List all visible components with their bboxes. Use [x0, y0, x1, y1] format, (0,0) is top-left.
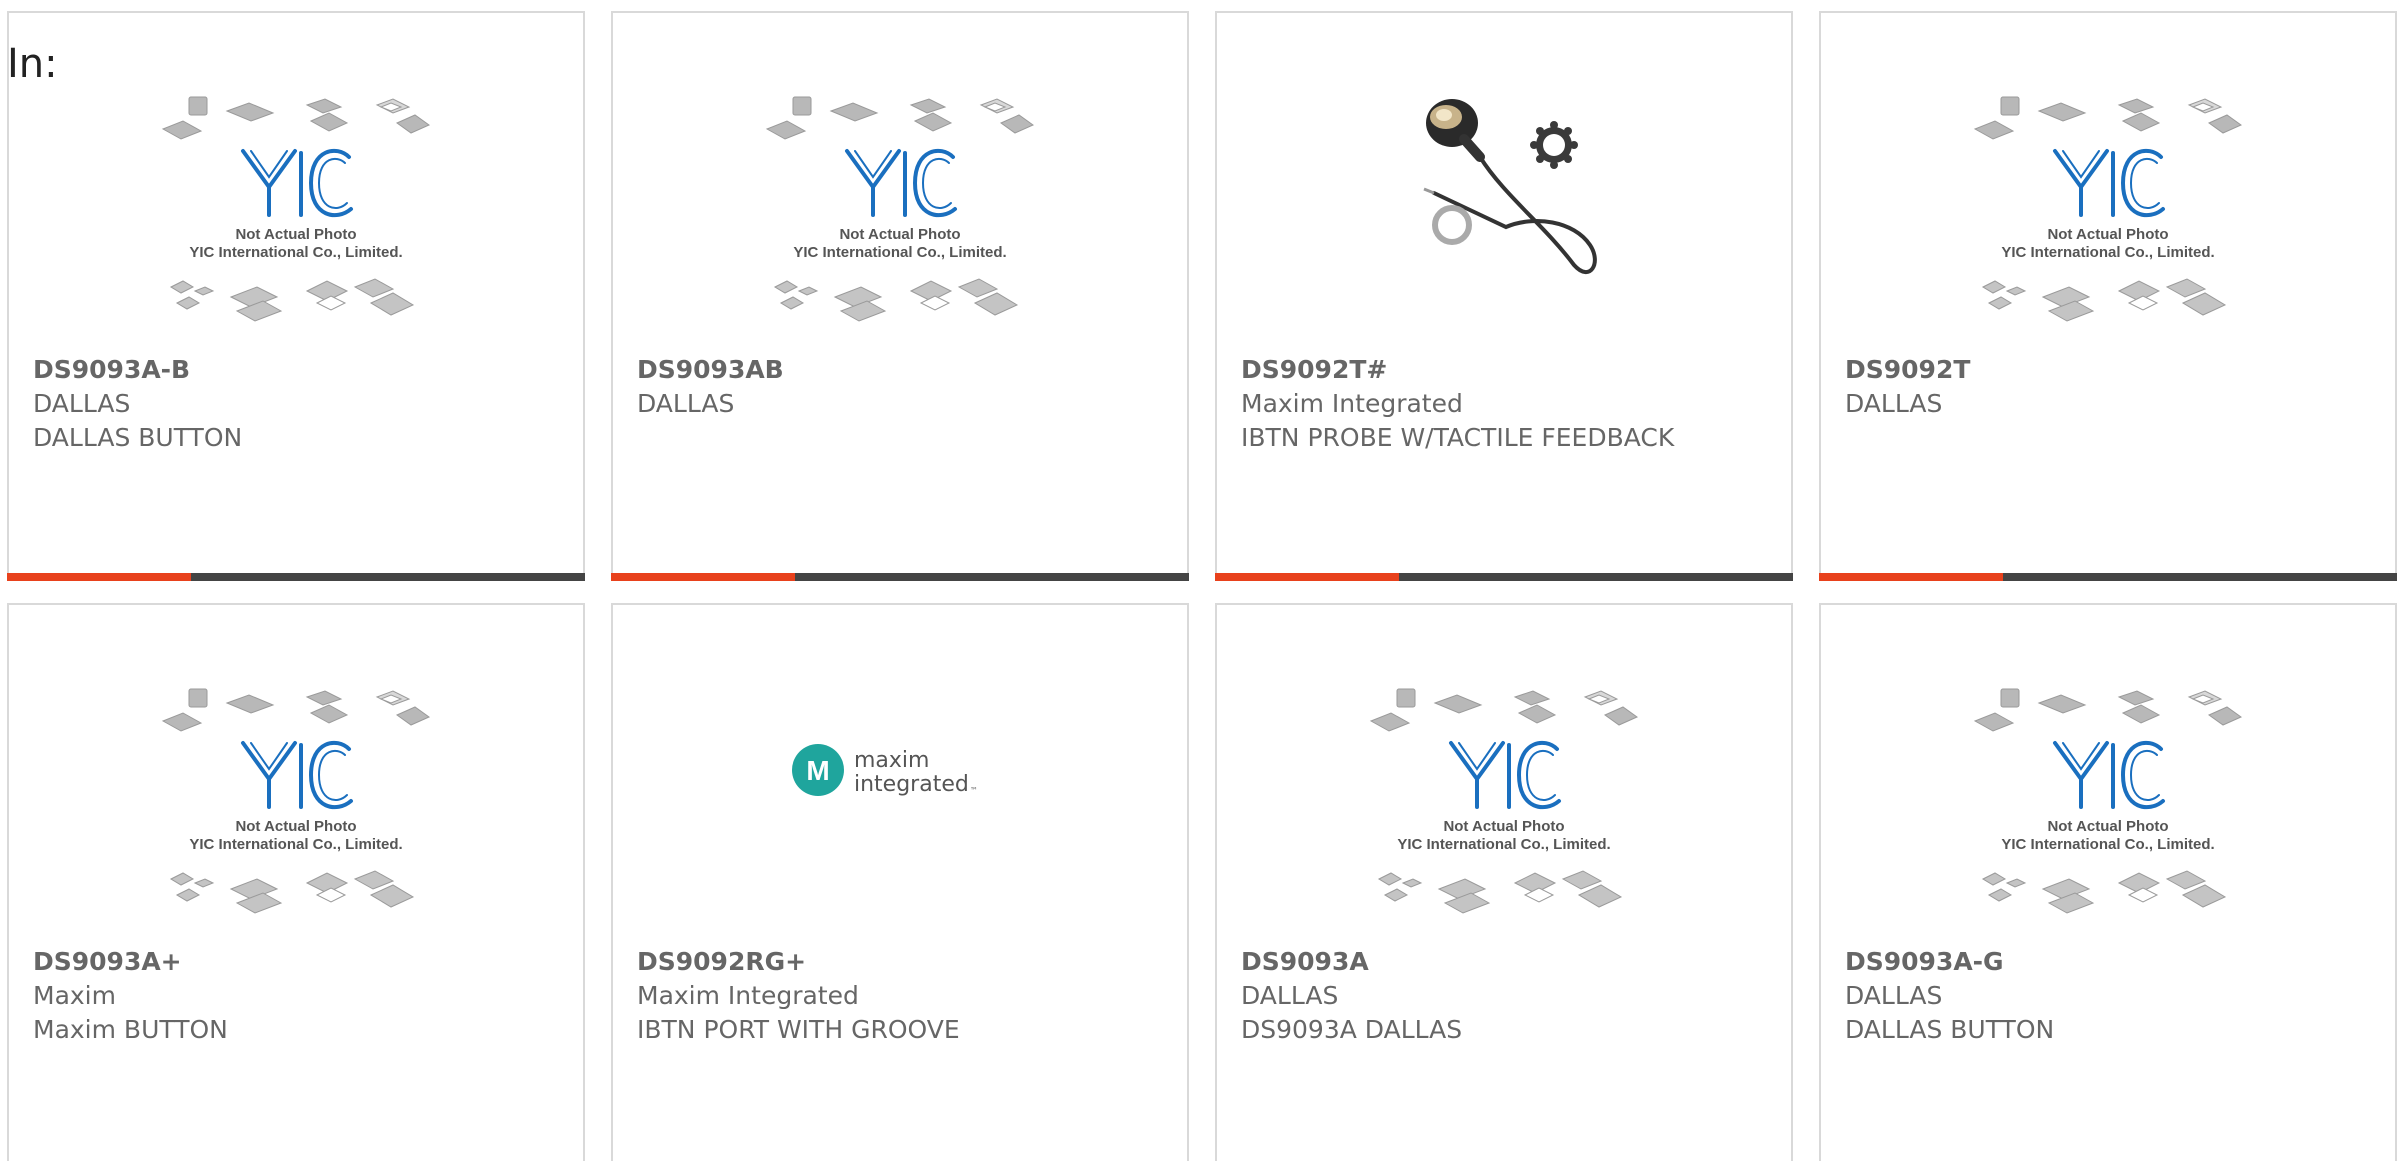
part-number-link[interactable]: DS9093A — [1241, 945, 1771, 979]
product-info: DS9093A-B DALLAS DALLAS BUTTON — [33, 353, 563, 455]
product-card[interactable]: M maxim integrated ™ DS9092RG+ Maxim Inte… — [611, 603, 1189, 1161]
description: DALLAS BUTTON — [33, 423, 243, 452]
placeholder-image[interactable]: Not Actual Photo YIC International Co., … — [1821, 91, 2395, 361]
description: Maxim BUTTON — [33, 1015, 228, 1044]
card-footer-accent — [1819, 573, 2003, 581]
part-number-link[interactable]: DS9093A+ — [33, 945, 563, 979]
filter-label: In: — [7, 41, 58, 87]
part-number-link[interactable]: DS9092T# — [1241, 353, 1771, 387]
part-number-link[interactable]: DS9093A-G — [1845, 945, 2375, 979]
product-info: DS9093AB DALLAS — [637, 353, 1167, 421]
card-footer-bar — [611, 573, 1189, 581]
svg-text:M: M — [806, 755, 829, 786]
part-number-link[interactable]: DS9093AB — [637, 353, 1167, 387]
product-card[interactable]: Not Actual Photo YIC International Co., … — [7, 603, 585, 1161]
placeholder-image[interactable]: Not Actual Photo YIC International Co., … — [9, 91, 583, 361]
placeholder-image[interactable]: Not Actual Photo YIC International Co., … — [9, 683, 583, 953]
placeholder-line2: YIC International Co., Limited. — [1397, 836, 1610, 853]
manufacturer: Maxim Integrated — [637, 981, 859, 1010]
part-number-link[interactable]: DS9093A-B — [33, 353, 563, 387]
placeholder-line1: Not Actual Photo — [839, 226, 960, 243]
placeholder-line1: Not Actual Photo — [2047, 818, 2168, 835]
description: IBTN PORT WITH GROOVE — [637, 1015, 960, 1044]
placeholder-line2: YIC International Co., Limited. — [793, 244, 1006, 261]
placeholder-line1: Not Actual Photo — [235, 226, 356, 243]
product-card[interactable]: Not Actual Photo YIC International Co., … — [1819, 603, 2397, 1161]
card-footer-accent — [611, 573, 795, 581]
manufacturer: DALLAS — [1845, 981, 1943, 1010]
placeholder-image[interactable]: Not Actual Photo YIC International Co., … — [1217, 683, 1791, 953]
placeholder-line2: YIC International Co., Limited. — [189, 836, 402, 853]
maxim-tm: ™ — [970, 786, 978, 795]
manufacturer: Maxim Integrated — [1241, 389, 1463, 418]
manufacturer: DALLAS — [1845, 389, 1943, 418]
product-info: DS9092T# Maxim Integrated IBTN PROBE W/TAC… — [1241, 353, 1771, 455]
card-footer-bar — [7, 573, 585, 581]
maxim-line1: maxim — [854, 748, 929, 773]
manufacturer: DALLAS — [637, 389, 735, 418]
product-card[interactable]: Not Actual Photo YIC International Co., … — [611, 11, 1189, 581]
placeholder-image[interactable]: Not Actual Photo YIC International Co., … — [1821, 683, 2395, 953]
placeholder-line1: Not Actual Photo — [2047, 226, 2168, 243]
product-card[interactable]: Not Actual Photo YIC International Co., … — [1819, 11, 2397, 581]
placeholder-image[interactable]: Not Actual Photo YIC International Co., … — [613, 91, 1187, 361]
description: IBTN PROBE W/TACTILE FEEDBACK — [1241, 423, 1675, 452]
product-image[interactable] — [1217, 75, 1791, 345]
placeholder-line2: YIC International Co., Limited. — [2001, 244, 2214, 261]
card-footer-bar — [1215, 573, 1793, 581]
card-footer-bar — [1819, 573, 2397, 581]
card-footer-accent — [7, 573, 191, 581]
product-info: DS9092RG+ Maxim Integrated IBTN PORT WITH … — [637, 945, 1167, 1047]
maxim-line2: integrated — [854, 772, 969, 797]
product-grid-page: In: Not Actual Photo YIC International C… — [0, 0, 2400, 1161]
product-card[interactable]: DS9092T# Maxim Integrated IBTN PROBE W/TAC… — [1215, 11, 1793, 581]
placeholder-line1: Not Actual Photo — [235, 818, 356, 835]
description: DALLAS BUTTON — [1845, 1015, 2055, 1044]
part-number-link[interactable]: DS9092T — [1845, 353, 2375, 387]
placeholder-line2: YIC International Co., Limited. — [189, 244, 402, 261]
description: DS9093A DALLAS — [1241, 1015, 1463, 1044]
part-number-link[interactable]: DS9092RG+ — [637, 945, 1167, 979]
placeholder-line2: YIC International Co., Limited. — [2001, 836, 2214, 853]
product-card[interactable]: Not Actual Photo YIC International Co., … — [1215, 603, 1793, 1161]
product-info: DS9093A DALLAS DS9093A DALLAS — [1241, 945, 1771, 1047]
product-info: DS9093A-G DALLAS DALLAS BUTTON — [1845, 945, 2375, 1047]
manufacturer: DALLAS — [33, 389, 131, 418]
placeholder-line1: Not Actual Photo — [1443, 818, 1564, 835]
product-info: DS9092T DALLAS — [1845, 353, 2375, 421]
manufacturer: Maxim — [33, 981, 116, 1010]
product-card[interactable]: Not Actual Photo YIC International Co., … — [7, 11, 585, 581]
manufacturer: DALLAS — [1241, 981, 1339, 1010]
card-footer-accent — [1215, 573, 1399, 581]
product-info: DS9093A+ Maxim Maxim BUTTON — [33, 945, 563, 1047]
